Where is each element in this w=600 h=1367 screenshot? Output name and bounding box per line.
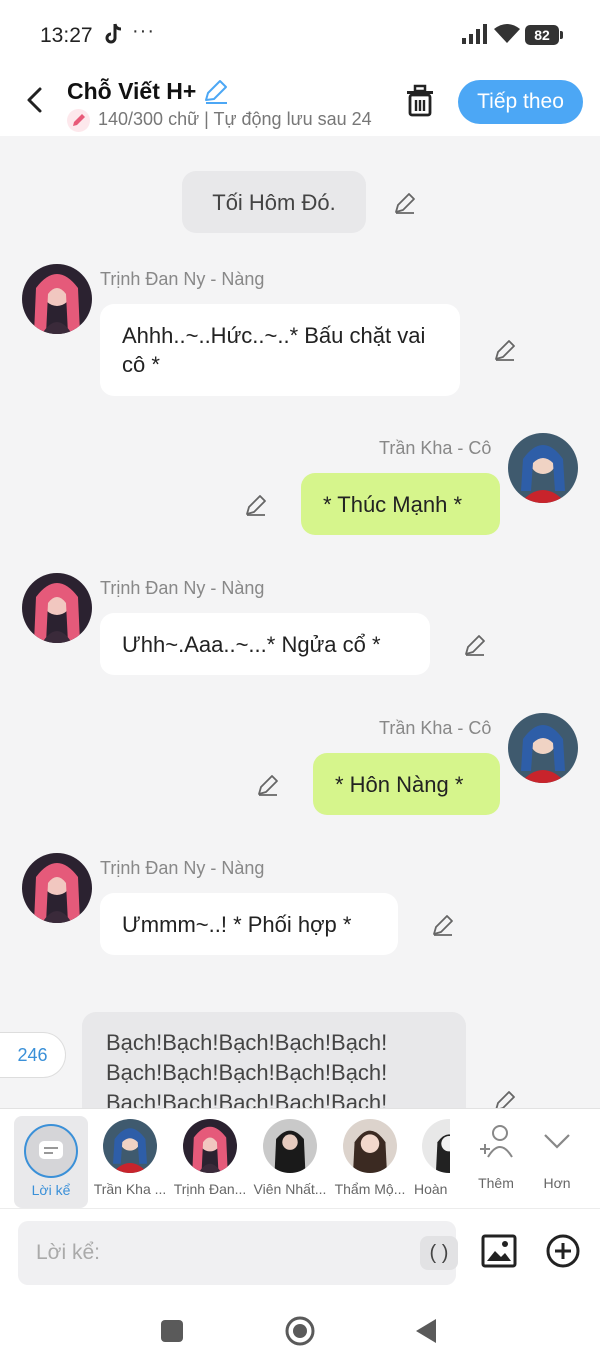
home-icon[interactable]: [284, 1315, 316, 1347]
message-text: * Thúc Mạnh *: [323, 492, 463, 517]
avatar: [343, 1119, 397, 1173]
avatar[interactable]: [22, 264, 92, 334]
character-trinh-dan-ny[interactable]: Trịnh Đan...: [170, 1109, 250, 1209]
more-label: Hơn: [543, 1175, 571, 1191]
edit-pencil-icon[interactable]: [392, 190, 418, 216]
message-bubble[interactable]: Ưmmm~..! * Phối hợp *: [100, 893, 398, 955]
next-button[interactable]: Tiếp theo: [458, 80, 583, 124]
back-icon[interactable]: [20, 84, 50, 116]
wifi-icon: [494, 24, 520, 43]
narrator-icon: [24, 1124, 78, 1178]
chevron-down-icon: [544, 1134, 570, 1149]
edit-pencil-icon[interactable]: [492, 337, 518, 363]
message-text: Ưmmm~..! * Phối hợp *: [122, 912, 352, 937]
nav-back-icon[interactable]: [414, 1317, 438, 1345]
edit-pencil-icon[interactable]: [243, 492, 269, 518]
battery-icon: 82: [525, 25, 563, 45]
character-label: Viên Nhất...: [253, 1181, 327, 1197]
system-nav-bar: [0, 1296, 600, 1367]
recent-apps-icon[interactable]: [161, 1320, 183, 1342]
edit-pencil-icon[interactable]: [462, 632, 488, 658]
sender-name: Trịnh Đan Ny - Nàng: [100, 578, 265, 598]
plus-circle-icon[interactable]: [545, 1233, 581, 1269]
add-person-icon: [480, 1125, 513, 1158]
add-label: Thêm: [478, 1175, 514, 1191]
message-input[interactable]: Lời kể: ( ): [18, 1221, 458, 1285]
page-title: Chỗ Viết H+: [67, 78, 197, 104]
avatar: [103, 1119, 157, 1173]
message-text: Ahhh..~..Hức..~..* Bấu chặt vai cô *: [122, 323, 426, 377]
character-tran-kha[interactable]: Trần Kha ...: [90, 1109, 170, 1209]
message-bubble[interactable]: Ahhh..~..Hức..~..* Bấu chặt vai cô *: [100, 304, 460, 396]
pencil-badge-icon: [67, 109, 90, 132]
status-bar: 13:27 ··· 82: [0, 0, 600, 70]
status-time: 13:27: [40, 24, 93, 47]
message-text: Ưhh~.Aaa..~...* Ngửa cổ *: [122, 632, 381, 657]
edit-pencil-icon[interactable]: [255, 772, 281, 798]
image-icon[interactable]: [481, 1233, 517, 1269]
avatar[interactable]: [22, 573, 92, 643]
character-hoan[interactable]: Hoàn: [398, 1109, 450, 1209]
character-label: Hoàn: [414, 1181, 448, 1197]
avatar[interactable]: [508, 713, 578, 783]
character-label: Trịnh Đan...: [173, 1181, 247, 1197]
narration-text: Bạch!Bạch!Bạch!Bạch!Bạch! Bạch!Bạch!Bạch…: [106, 1030, 388, 1108]
header: Chỗ Viết H+ 140/300 chữ | Tự động lưu sa…: [0, 70, 600, 136]
word-count-status: 140/300 chữ | Tự động lưu sau 24: [98, 109, 372, 129]
parenthesis-button[interactable]: ( ): [420, 1236, 458, 1270]
message-bubble[interactable]: * Hôn Nàng *: [313, 753, 500, 815]
sender-name: Trịnh Đan Ny - Nàng: [100, 269, 265, 289]
narrator-label: Lời kể: [31, 1182, 71, 1198]
add-character-button[interactable]: Thêm: [466, 1109, 526, 1209]
message-text: * Hôn Nàng *: [335, 772, 464, 797]
character-bar: Lời kể Trần Kha ... Trịnh Đan... Viên Nh…: [0, 1108, 600, 1208]
char-count-badge: 246: [0, 1032, 66, 1078]
sender-name: Trịnh Đan Ny - Nàng: [100, 858, 265, 878]
edit-pencil-icon[interactable]: [492, 1088, 518, 1108]
narration-text: Tối Hôm Đó.: [212, 190, 336, 215]
signal-icon: [462, 24, 487, 44]
avatar[interactable]: [22, 853, 92, 923]
edit-title-icon[interactable]: [202, 78, 230, 106]
avatar: [422, 1119, 450, 1173]
sender-name: Trần Kha - Cô: [379, 438, 492, 458]
character-label: Trần Kha ...: [93, 1181, 167, 1197]
more-button[interactable]: Hơn: [527, 1109, 587, 1209]
status-more-icon: ···: [132, 20, 155, 42]
avatar[interactable]: [508, 433, 578, 503]
avatar: [263, 1119, 317, 1173]
chat-area[interactable]: Tối Hôm Đó. Trịnh Đan Ny - Nàng Ahhh..~.…: [0, 136, 600, 1108]
sender-name: Trần Kha - Cô: [379, 718, 492, 738]
avatar: [183, 1119, 237, 1173]
tiktok-icon: [105, 23, 122, 44]
message-bubble[interactable]: Ưhh~.Aaa..~...* Ngửa cổ *: [100, 613, 430, 675]
narration-bubble[interactable]: Bạch!Bạch!Bạch!Bạch!Bạch! Bạch!Bạch!Bạch…: [82, 1012, 466, 1108]
input-bar: Lời kể: ( ): [0, 1208, 600, 1296]
message-bubble[interactable]: * Thúc Mạnh *: [301, 473, 500, 535]
trash-icon[interactable]: [404, 84, 436, 118]
narrator-button[interactable]: Lời kể: [14, 1116, 88, 1208]
character-vien-nhat[interactable]: Viên Nhất...: [250, 1109, 330, 1209]
input-placeholder: Lời kể:: [36, 1241, 100, 1264]
edit-pencil-icon[interactable]: [430, 912, 456, 938]
narration-bubble[interactable]: Tối Hôm Đó.: [182, 171, 366, 233]
